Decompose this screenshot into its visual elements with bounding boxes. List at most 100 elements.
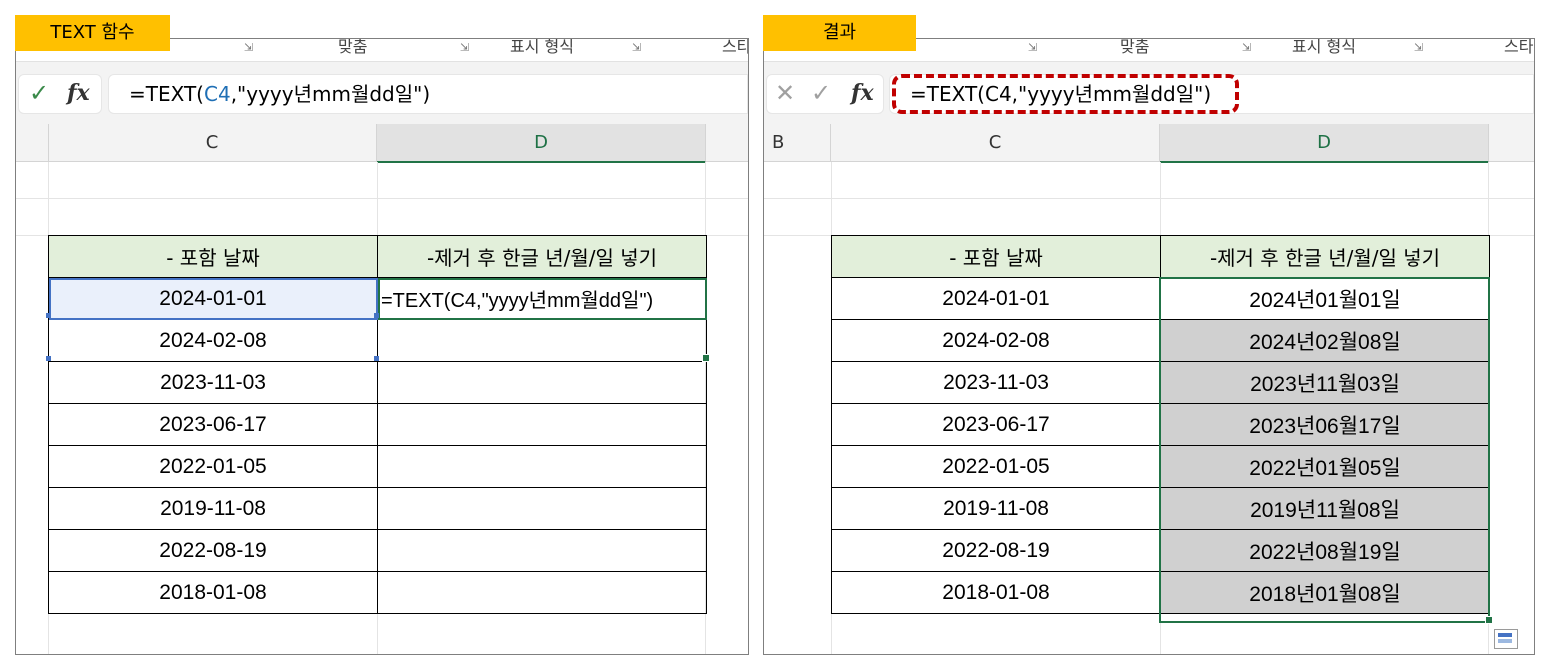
date-cell[interactable]: 2024-02-08 <box>48 319 378 362</box>
empty-cell[interactable] <box>377 529 707 572</box>
table-row: 2019-11-08 <box>48 487 707 530</box>
resize-launcher-icon[interactable]: ⇲ <box>1242 41 1251 54</box>
date-cell[interactable]: 2022-01-05 <box>48 445 378 488</box>
quick-analysis-bar <box>1498 633 1512 637</box>
column-header-d[interactable]: D <box>377 124 706 163</box>
formula-prefix: =TEXT( <box>129 82 204 106</box>
result-cell[interactable]: 2018년01월08일 <box>1160 571 1490 614</box>
ref-corner-handle[interactable] <box>46 313 51 318</box>
result-cell[interactable]: 2022년01월05일 <box>1160 445 1490 488</box>
date-cell[interactable]: 2023-06-17 <box>48 403 378 446</box>
empty-cell[interactable] <box>377 571 707 614</box>
table-row: 2018-01-08 <box>48 571 707 614</box>
result-cell[interactable]: 2023년11월03일 <box>1160 361 1490 404</box>
ref-corner-handle[interactable] <box>374 356 379 361</box>
quick-analysis-bar <box>1498 639 1512 643</box>
gridline <box>764 198 1534 199</box>
fx-icon[interactable]: fx <box>67 77 90 109</box>
quick-analysis-icon[interactable] <box>1494 629 1518 649</box>
header-cell-d[interactable]: -제거 후 한글 년/월/일 넣기 <box>1160 235 1490 278</box>
resize-launcher-icon[interactable]: ⇲ <box>1028 41 1037 54</box>
table-row: 2024-01-01 2024년01월01일 <box>831 277 1490 320</box>
fx-icon[interactable]: fx <box>851 77 874 109</box>
table-row: 2023-11-03 <box>48 361 707 404</box>
resize-launcher-icon[interactable]: ⇲ <box>632 41 641 54</box>
column-header-c[interactable]: C <box>48 124 377 161</box>
table-row: 2022-01-05 2022년01월05일 <box>831 445 1490 488</box>
ref-corner-handle[interactable] <box>46 356 51 361</box>
confirm-check-icon[interactable]: ✓ <box>811 77 831 109</box>
fill-handle[interactable] <box>702 354 710 362</box>
header-cell-d[interactable]: -제거 후 한글 년/월/일 넣기 <box>377 235 707 278</box>
table-row: 2024-02-08 2024년02월08일 <box>831 319 1490 362</box>
formula-text: =TEXT(C4,"yyyy년mm월dd일") <box>129 75 430 113</box>
table-row: 2019-11-08 2019년11월08일 <box>831 487 1490 530</box>
formula-buttons: ✕ ✓ fx <box>766 74 884 114</box>
date-cell[interactable]: 2019-11-08 <box>831 487 1161 530</box>
resize-launcher-icon[interactable]: ⇲ <box>244 41 253 54</box>
table-row: 2022-08-19 2022년08월19일 <box>831 529 1490 572</box>
table-row: 2022-01-05 <box>48 445 707 488</box>
empty-cell[interactable] <box>377 487 707 530</box>
date-cell[interactable]: 2024-01-01 <box>48 277 378 320</box>
date-cell[interactable]: 2019-11-08 <box>48 487 378 530</box>
empty-cell[interactable] <box>377 319 707 362</box>
ribbon-alignment-label[interactable]: 맞춤 <box>1120 39 1149 57</box>
data-table: - 포함 날짜 -제거 후 한글 년/월/일 넣기 2024-01-01 2024… <box>831 235 1490 614</box>
data-table: - 포함 날짜 -제거 후 한글 년/월/일 넣기 2024-01-01 =TE… <box>48 235 707 614</box>
ribbon-number-format-label[interactable]: 표시 형식 <box>510 39 574 57</box>
formula-suffix: ,"yyyy년mm월dd일") <box>230 82 431 106</box>
cancel-x-icon[interactable]: ✕ <box>775 77 795 109</box>
formula-input[interactable]: =TEXT(C4,"yyyy년mm월dd일") <box>108 74 748 114</box>
column-header-row: C D <box>16 124 748 163</box>
result-cell[interactable]: 2022년08월19일 <box>1160 529 1490 572</box>
empty-cell[interactable] <box>377 361 707 404</box>
date-cell[interactable]: 2024-01-01 <box>831 277 1161 320</box>
table-row: 2022-08-19 <box>48 529 707 572</box>
formula-bar: ✕ ✓ fx =TEXT(C4,"yyyy년mm월dd일") <box>764 61 1534 125</box>
date-cell[interactable]: 2018-01-08 <box>831 571 1161 614</box>
left-panel-tag: TEXT 함수 <box>15 15 170 51</box>
ribbon-number-format-label[interactable]: 표시 형식 <box>1292 39 1356 57</box>
date-cell[interactable]: 2018-01-08 <box>48 571 378 614</box>
table-row: 2018-01-08 2018년01월08일 <box>831 571 1490 614</box>
formula-buttons: ✓ fx <box>18 74 102 114</box>
resize-launcher-icon[interactable]: ⇲ <box>1414 41 1423 54</box>
ref-corner-handle[interactable] <box>374 313 379 318</box>
table-row: 2023-06-17 <box>48 403 707 446</box>
column-header-c[interactable]: C <box>831 124 1160 161</box>
fill-handle[interactable] <box>1485 616 1493 624</box>
date-cell[interactable]: 2022-01-05 <box>831 445 1161 488</box>
column-header-blank <box>16 124 49 161</box>
right-panel-tag: 결과 <box>763 15 916 51</box>
ribbon-alignment-label[interactable]: 맞춤 <box>338 39 367 57</box>
date-cell[interactable]: 2023-11-03 <box>831 361 1161 404</box>
date-cell[interactable]: 2022-08-19 <box>48 529 378 572</box>
formula-bar: ✓ fx =TEXT(C4,"yyyy년mm월dd일") <box>16 61 748 125</box>
result-cell[interactable]: 2024년02월08일 <box>1160 319 1490 362</box>
table-header-row: - 포함 날짜 -제거 후 한글 년/월/일 넣기 <box>48 235 707 278</box>
result-cell[interactable]: 2023년06월17일 <box>1160 403 1490 446</box>
header-cell-c[interactable]: - 포함 날짜 <box>48 235 378 278</box>
sheet-grid: - 포함 날짜 -제거 후 한글 년/월/일 넣기 2024-01-01 =TE… <box>16 162 748 654</box>
result-cell[interactable]: 2024년01월01일 <box>1160 277 1490 320</box>
empty-cell[interactable] <box>377 403 707 446</box>
column-header-d[interactable]: D <box>1160 124 1489 163</box>
resize-launcher-icon[interactable]: ⇲ <box>460 41 469 54</box>
column-header-b[interactable]: B <box>764 124 831 161</box>
right-excel-panel: ⇲ 맞춤 ⇲ 표시 형식 ⇲ 스타 ✕ ✓ fx =TEXT(C4,"yyyy년… <box>763 38 1535 655</box>
ribbon-styles-label[interactable]: 스타 <box>722 39 748 57</box>
ribbon-styles-label[interactable]: 스타 <box>1504 39 1533 57</box>
confirm-check-icon[interactable]: ✓ <box>29 77 49 109</box>
left-excel-panel: ⇲ 맞춤 ⇲ 표시 형식 ⇲ 스타 ✓ fx =TEXT(C4,"yyyy년mm… <box>15 38 749 655</box>
table-row: 2023-11-03 2023년11월03일 <box>831 361 1490 404</box>
date-cell[interactable]: 2024-02-08 <box>831 319 1161 362</box>
editing-cell[interactable]: =TEXT(C4,"yyyy년mm월dd일") <box>377 277 707 320</box>
result-cell[interactable]: 2019년11월08일 <box>1160 487 1490 530</box>
date-cell[interactable]: 2023-11-03 <box>48 361 378 404</box>
date-cell[interactable]: 2023-06-17 <box>831 403 1161 446</box>
gridline <box>16 198 748 199</box>
date-cell[interactable]: 2022-08-19 <box>831 529 1161 572</box>
header-cell-c[interactable]: - 포함 날짜 <box>831 235 1161 278</box>
empty-cell[interactable] <box>377 445 707 488</box>
